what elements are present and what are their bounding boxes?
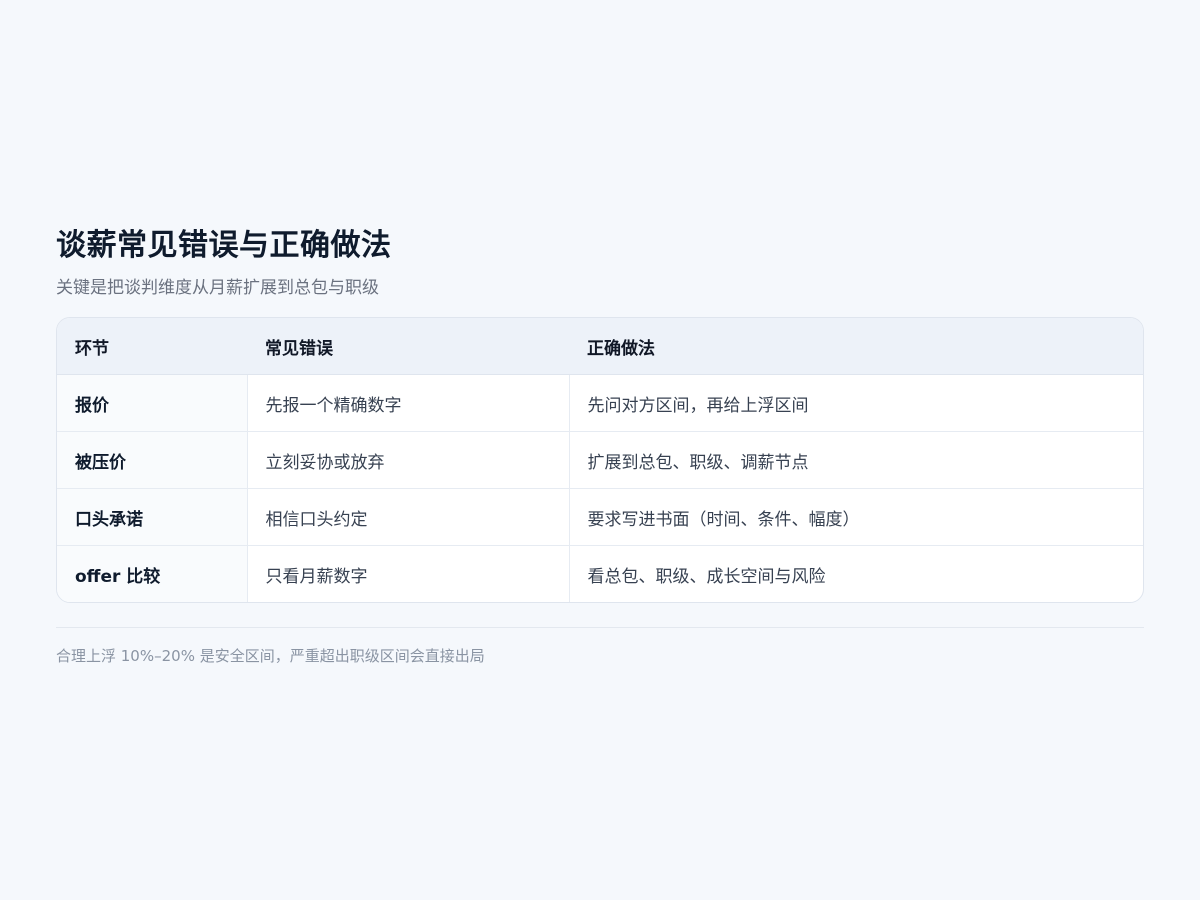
stage-cell: offer 比较 xyxy=(57,545,248,602)
mistake-cell: 先报一个精确数字 xyxy=(247,374,570,432)
table-row: 报价 先报一个精确数字 先问对方区间，再给上浮区间 xyxy=(57,374,1143,432)
table-row: 口头承诺 相信口头约定 要求写进书面（时间、条件、幅度） xyxy=(57,488,1143,546)
table-row: 被压价 立刻妥协或放弃 扩展到总包、职级、调薪节点 xyxy=(57,431,1143,489)
column-header-stage: 环节 xyxy=(57,318,247,375)
stage-cell: 口头承诺 xyxy=(57,488,248,546)
mistake-cell: 立刻妥协或放弃 xyxy=(247,431,570,489)
comparison-table: 环节 常见错误 正确做法 报价 先报一个精确数字 先问对方区间，再给上浮区间 被… xyxy=(57,318,1143,602)
main-content: 谈薪常见错误与正确做法 关键是把谈判维度从月薪扩展到总包与职级 环节 常见错误 … xyxy=(56,226,1144,666)
table-row: offer 比较 只看月薪数字 看总包、职级、成长空间与风险 xyxy=(57,545,1143,602)
correct-cell: 看总包、职级、成长空间与风险 xyxy=(587,566,826,587)
column-header-correct: 正确做法 xyxy=(569,318,1143,375)
table-header-row: 环节 常见错误 正确做法 xyxy=(57,318,1143,375)
page-subtitle: 关键是把谈判维度从月薪扩展到总包与职级 xyxy=(56,278,379,298)
correct-cell: 先问对方区间，再给上浮区间 xyxy=(569,374,1143,432)
mistake-cell: 相信口头约定 xyxy=(247,488,570,546)
page-title: 谈薪常见错误与正确做法 xyxy=(56,228,392,263)
footer-note: 合理上浮 10%–20% 是安全区间，严重超出职级区间会直接出局 xyxy=(56,647,485,665)
stage-cell: 报价 xyxy=(57,374,248,432)
column-header-mistake: 常见错误 xyxy=(247,318,569,375)
stage-cell: 被压价 xyxy=(57,431,248,489)
correct-cell: 扩展到总包、职级、调薪节点 xyxy=(569,431,1143,489)
mistake-cell: 只看月薪数字 xyxy=(247,545,570,602)
footer-divider xyxy=(56,627,1144,628)
correct-cell: 要求写进书面（时间、条件、幅度） xyxy=(569,488,1143,546)
comparison-table-card: 环节 常见错误 正确做法 报价 先报一个精确数字 先问对方区间，再给上浮区间 被… xyxy=(56,317,1144,603)
